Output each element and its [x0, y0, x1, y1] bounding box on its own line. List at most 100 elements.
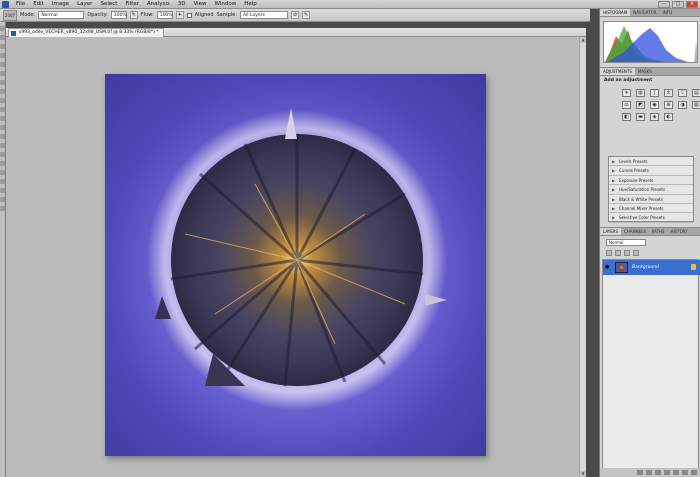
selective-color-icon[interactable]: ◈: [650, 113, 659, 121]
menu-analysis[interactable]: Analysis: [143, 1, 174, 7]
menu-file[interactable]: File: [12, 1, 29, 7]
move-tool-icon[interactable]: [0, 26, 5, 31]
preset-curves[interactable]: Curves Presets: [609, 166, 693, 176]
scroll-up-icon[interactable]: ▲: [580, 37, 586, 43]
blur-tool-icon[interactable]: [0, 134, 5, 139]
flow-field[interactable]: 100%: [156, 11, 173, 19]
hue-saturation-icon[interactable]: ▤: [692, 89, 700, 97]
invert-icon[interactable]: ◑: [678, 101, 687, 109]
quick-selection-tool-icon[interactable]: [0, 53, 5, 58]
layer-row-background[interactable]: ● Background: [603, 260, 700, 275]
preset-black-white[interactable]: Black & White Presets: [609, 195, 693, 204]
opacity-field[interactable]: 100%: [110, 11, 127, 19]
preset-levels[interactable]: Levels Presets: [609, 157, 693, 167]
menu-filter[interactable]: Filter: [121, 1, 143, 7]
curves-icon[interactable]: ∫: [650, 89, 659, 97]
exposure-icon[interactable]: ±: [664, 89, 673, 97]
dodge-tool-icon[interactable]: [0, 143, 5, 148]
tab-info[interactable]: INFO: [660, 9, 676, 16]
preset-exposure[interactable]: Exposure Presets: [609, 176, 693, 186]
pen-tool-icon[interactable]: [0, 152, 5, 157]
tool-preset-picker[interactable]: 2007: [3, 9, 17, 21]
crop-tool-icon[interactable]: [0, 62, 5, 67]
menu-help[interactable]: Help: [240, 1, 261, 7]
layer-style-icon[interactable]: [646, 470, 652, 475]
maximize-icon[interactable]: □: [672, 1, 684, 8]
new-adjustment-layer-icon[interactable]: [664, 470, 670, 475]
menu-image[interactable]: Image: [48, 1, 73, 7]
tab-histogram[interactable]: HISTOGRAM: [600, 9, 631, 16]
new-group-icon[interactable]: [673, 470, 679, 475]
healing-tool-icon[interactable]: [0, 80, 5, 85]
aligned-checkbox[interactable]: [186, 12, 192, 18]
levels-icon[interactable]: ▥: [636, 89, 645, 97]
lock-position-icon[interactable]: [624, 250, 630, 256]
brush-tool-icon[interactable]: [0, 89, 5, 94]
eyedropper-tool-icon[interactable]: [0, 71, 5, 76]
color-balance-icon[interactable]: ⚖: [622, 101, 631, 109]
tab-navigator[interactable]: NAVIGATOR: [630, 9, 659, 16]
tab-paths[interactable]: PATHS: [649, 228, 668, 235]
gradient-tool-icon[interactable]: [0, 125, 5, 130]
menu-window[interactable]: Window: [211, 1, 241, 7]
zoom-tool-icon[interactable]: [0, 197, 5, 202]
blend-mode-select[interactable]: Normal: [606, 239, 646, 246]
scroll-down-icon[interactable]: ▼: [580, 471, 586, 477]
photo-filter-icon[interactable]: ◉: [650, 101, 659, 109]
minimize-icon[interactable]: –: [658, 1, 670, 8]
mode-select[interactable]: Normal: [38, 11, 85, 19]
menu-select[interactable]: Select: [96, 1, 121, 7]
path-selection-tool-icon[interactable]: [0, 170, 5, 175]
menu-3d[interactable]: 3D: [174, 1, 190, 7]
tab-adjustments[interactable]: ADJUSTMENTS: [600, 68, 635, 75]
lock-pixels-icon[interactable]: [615, 250, 621, 256]
tab-layers[interactable]: LAYERS: [600, 228, 622, 235]
channel-mixer-icon[interactable]: ⊕: [664, 101, 673, 109]
gradient-map-icon[interactable]: ▬: [636, 113, 645, 121]
shadows-icon[interactable]: ◐: [664, 113, 673, 121]
history-brush-tool-icon[interactable]: [0, 107, 5, 112]
layer-lock-icon: [691, 264, 696, 270]
sample-select[interactable]: All Layers: [239, 11, 288, 19]
tab-masks[interactable]: MASKS: [635, 68, 655, 75]
menu-view[interactable]: View: [189, 1, 210, 7]
posterize-icon[interactable]: ▧: [692, 101, 700, 109]
threshold-icon[interactable]: ◧: [622, 113, 631, 121]
delete-layer-icon[interactable]: [691, 470, 697, 475]
layer-thumbnail: [615, 262, 628, 273]
tab-channels[interactable]: CHANNELS: [621, 228, 649, 235]
foreground-color-swatch[interactable]: [0, 206, 5, 211]
lock-transparency-icon[interactable]: [606, 250, 612, 256]
type-tool-icon[interactable]: [0, 161, 5, 166]
ignore-adjustment-layers-icon[interactable]: ⊘: [290, 11, 299, 19]
airbrush-icon[interactable]: ✦: [175, 11, 184, 19]
vibrance-icon[interactable]: ▽: [678, 89, 687, 97]
hand-tool-icon[interactable]: [0, 188, 5, 193]
preset-hue-saturation[interactable]: Hue/Saturation Presets: [609, 185, 693, 195]
vertical-scrollbar[interactable]: ▲ ▼: [579, 37, 586, 477]
visibility-eye-icon[interactable]: ●: [605, 264, 611, 270]
tiny-planet-photo[interactable]: [105, 74, 486, 456]
menu-layer[interactable]: Layer: [73, 1, 96, 7]
new-layer-icon[interactable]: [682, 470, 688, 475]
menu-edit[interactable]: Edit: [29, 1, 48, 7]
preset-channel-mixer[interactable]: Channel Mixer Presets: [609, 204, 693, 214]
document-tab[interactable]: s993_odile_VECHER_v890_32x98_USM.tif @ 8…: [8, 28, 164, 37]
shape-tool-icon[interactable]: [0, 179, 5, 184]
adjustments-panel-tabs: ADJUSTMENTS MASKS: [600, 68, 700, 76]
preset-selective-color[interactable]: Selective Color Presets: [609, 213, 693, 223]
lock-all-icon[interactable]: [633, 250, 639, 256]
pressure-size-icon[interactable]: ✎: [301, 11, 310, 19]
pressure-opacity-icon[interactable]: ✎: [129, 11, 138, 19]
canvas-area[interactable]: [6, 37, 579, 477]
marquee-tool-icon[interactable]: [0, 35, 5, 40]
eraser-tool-icon[interactable]: [0, 116, 5, 121]
layer-mask-icon[interactable]: [655, 470, 661, 475]
link-layers-icon[interactable]: [637, 470, 643, 475]
clone-stamp-tool-icon[interactable]: [0, 98, 5, 103]
brightness-contrast-icon[interactable]: ☀: [622, 89, 631, 97]
close-icon[interactable]: ×: [686, 1, 698, 8]
tab-history[interactable]: HISTORY: [667, 228, 690, 235]
lasso-tool-icon[interactable]: [0, 44, 5, 49]
black-white-icon[interactable]: ◩: [636, 101, 645, 109]
